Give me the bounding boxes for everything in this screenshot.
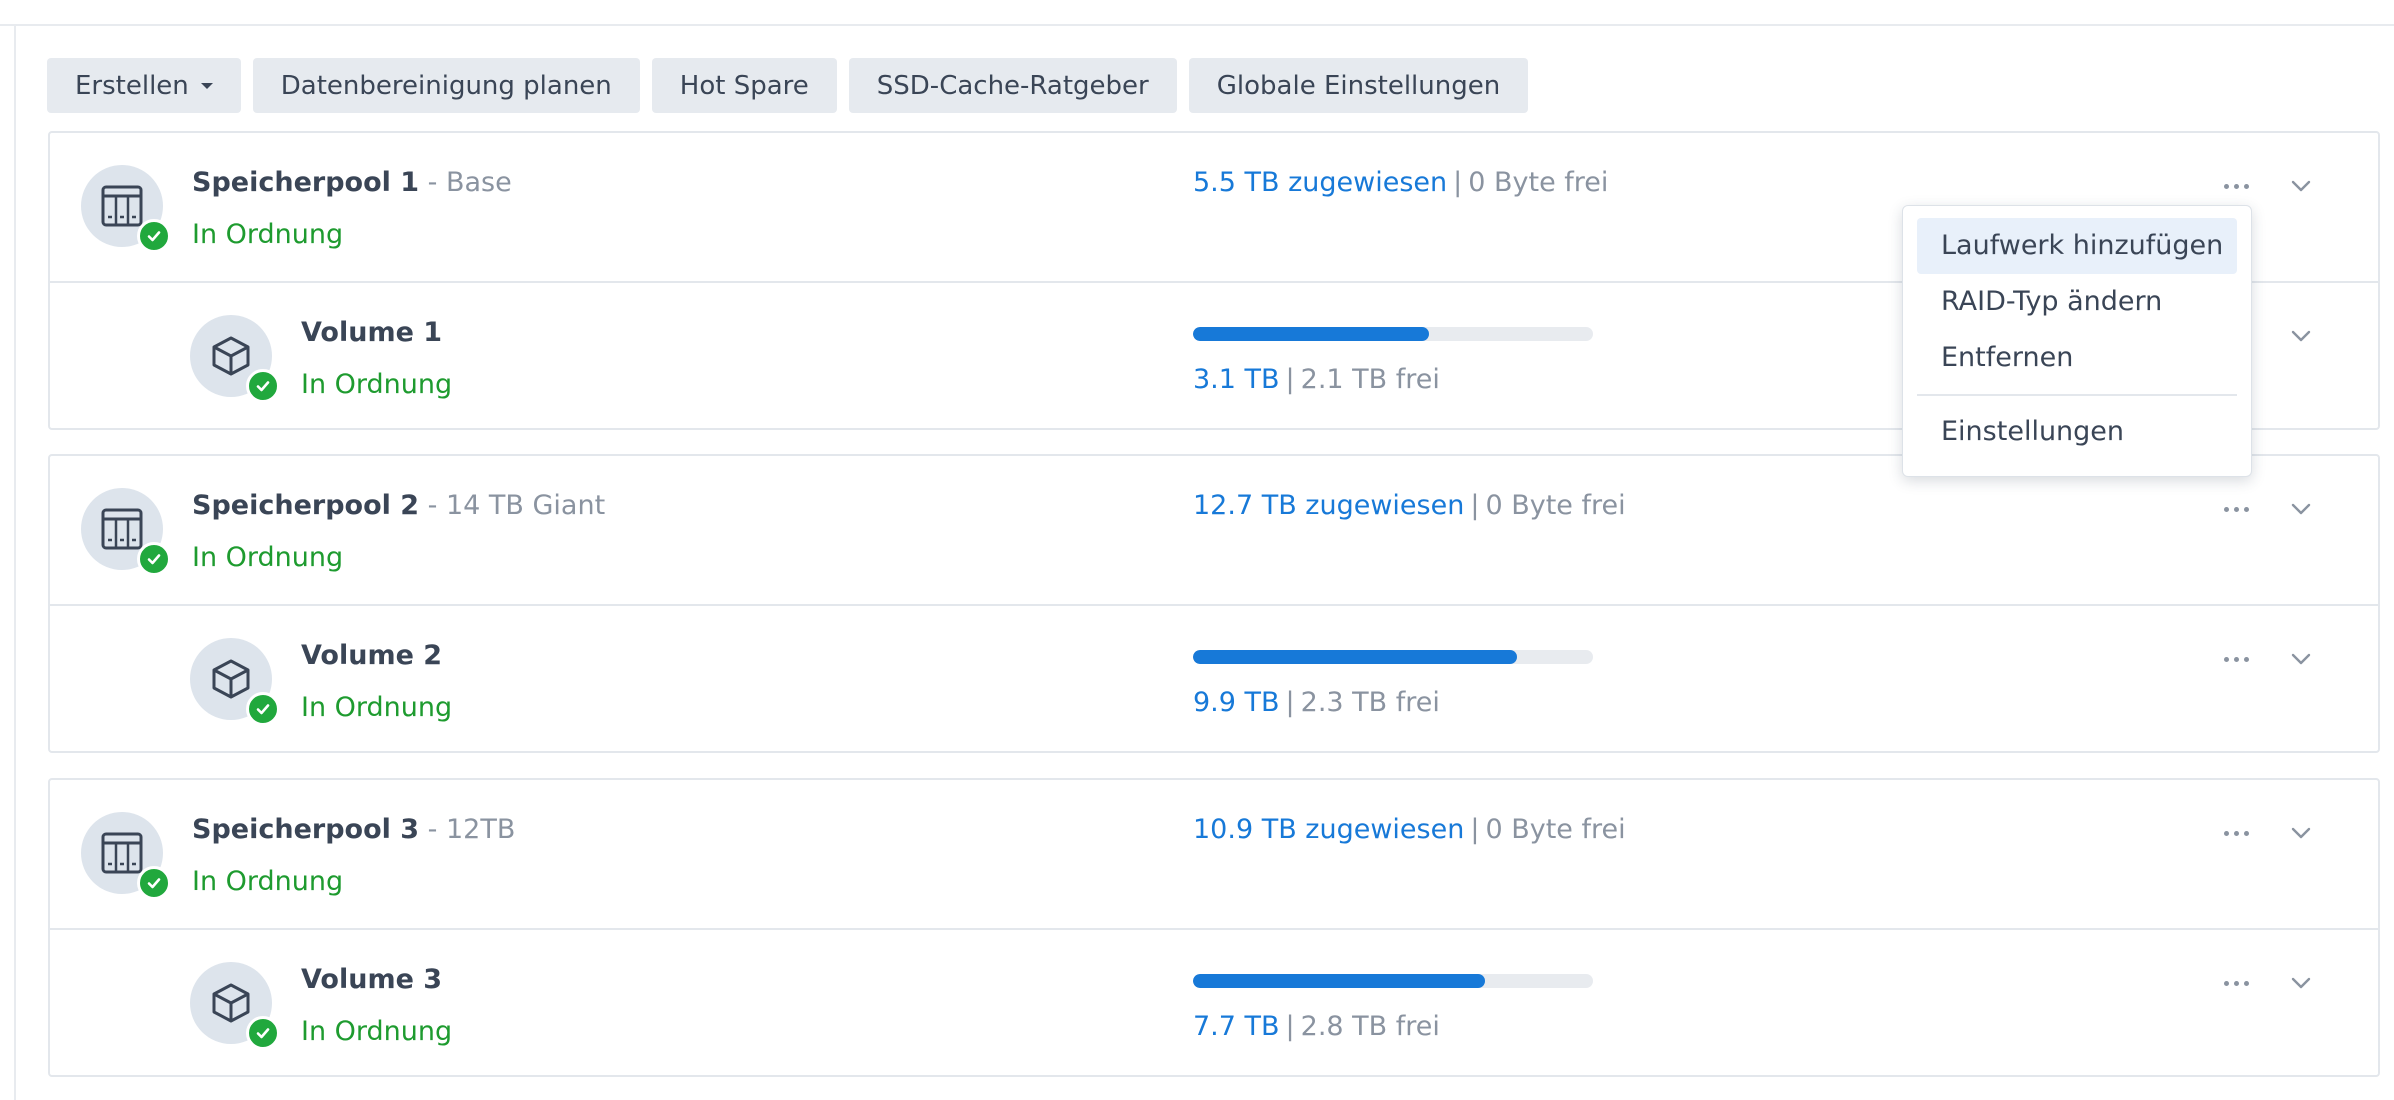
top-divider: [0, 24, 2394, 26]
menu-item-change-raid-type[interactable]: RAID-Typ ändern: [1917, 274, 2237, 330]
pool-title: Speicherpool 2 - 14 TB Giant: [192, 490, 605, 521]
volume-size: 7.7 TB | 2.8 TB frei: [1193, 1011, 1440, 1042]
check-circle-icon: [246, 1016, 280, 1050]
pool-free: 0 Byte frei: [1485, 814, 1626, 845]
more-dots-icon[interactable]: [2216, 494, 2256, 524]
check-circle-icon: [137, 219, 171, 253]
pool-free: 0 Byte frei: [1485, 490, 1626, 521]
more-dots-icon[interactable]: [2216, 171, 2256, 201]
caret-down-icon: [200, 82, 213, 89]
separator: |: [1470, 490, 1480, 521]
pool-name: Speicherpool 2: [192, 490, 420, 521]
hot-spare-button[interactable]: Hot Spare: [651, 58, 837, 113]
separator: |: [1285, 364, 1295, 395]
volume-used: 7.7 TB: [1193, 1011, 1280, 1042]
volume-cube-icon: [190, 638, 280, 726]
volume-row[interactable]: Volume 3 In Ordnung 7.7 TB | 2.8 TB frei: [50, 928, 2378, 1078]
chevron-down-icon[interactable]: [2288, 970, 2314, 996]
check-circle-icon: [246, 369, 280, 403]
separator: |: [1453, 167, 1463, 198]
left-divider: [14, 26, 16, 1100]
chevron-down-icon[interactable]: [2288, 173, 2314, 199]
volume-size: 3.1 TB | 2.1 TB frei: [1193, 364, 1440, 395]
pool-subtitle: - Base: [419, 167, 512, 198]
schedule-scrubbing-button[interactable]: Datenbereinigung planen: [252, 58, 640, 113]
pool-title: Speicherpool 3 - 12TB: [192, 814, 515, 845]
more-dots-icon[interactable]: [2216, 968, 2256, 998]
chevron-down-icon[interactable]: [2288, 646, 2314, 672]
separator: |: [1285, 687, 1295, 718]
volume-usage-fill: [1193, 650, 1517, 664]
global-settings-button[interactable]: Globale Einstellungen: [1188, 58, 1529, 113]
menu-item-add-drive[interactable]: Laufwerk hinzufügen: [1917, 218, 2237, 274]
pool-title: Speicherpool 1 - Base: [192, 167, 512, 198]
pool-subtitle: - 14 TB Giant: [419, 490, 606, 521]
ssd-cache-advisor-button[interactable]: SSD-Cache-Ratgeber: [848, 58, 1177, 113]
chevron-down-icon[interactable]: [2288, 496, 2314, 522]
volume-name: Volume 1: [301, 317, 443, 348]
storage-pool-icon: [81, 488, 171, 576]
volume-free: 2.3 TB frei: [1300, 687, 1440, 718]
volume-status: In Ordnung: [301, 369, 453, 400]
volume-row[interactable]: Volume 2 In Ordnung 9.9 TB | 2.3 TB frei: [50, 604, 2378, 754]
pool-allocation: 10.9 TB zugewiesen | 0 Byte frei: [1193, 814, 1626, 845]
volume-name: Volume 2: [301, 640, 443, 671]
volume-used: 3.1 TB: [1193, 364, 1280, 395]
toolbar: Erstellen Datenbereinigung planen Hot Sp…: [47, 58, 1529, 113]
chevron-down-icon[interactable]: [2288, 323, 2314, 349]
menu-item-remove[interactable]: Entfernen: [1917, 330, 2237, 386]
check-circle-icon: [246, 692, 280, 726]
menu-divider: [1917, 394, 2237, 396]
pool-allocation: 5.5 TB zugewiesen | 0 Byte frei: [1193, 167, 1608, 198]
volume-cube-icon: [190, 315, 280, 403]
volume-usage-bar: [1193, 327, 1593, 341]
separator: |: [1470, 814, 1480, 845]
check-circle-icon: [137, 866, 171, 900]
pool-status: In Ordnung: [192, 219, 344, 250]
chevron-down-icon[interactable]: [2288, 820, 2314, 846]
volume-cube-icon: [190, 962, 280, 1050]
volume-status: In Ordnung: [301, 692, 453, 723]
menu-item-settings[interactable]: Einstellungen: [1917, 404, 2237, 460]
volume-name: Volume 3: [301, 964, 443, 995]
pool-allocation: 12.7 TB zugewiesen | 0 Byte frei: [1193, 490, 1626, 521]
pool-allocated: 10.9 TB zugewiesen: [1193, 814, 1465, 845]
storage-pool-icon: [81, 812, 171, 900]
check-circle-icon: [137, 542, 171, 576]
pool-subtitle: - 12TB: [419, 814, 516, 845]
create-label: Erstellen: [75, 70, 189, 101]
storage-pool-card: Speicherpool 2 - 14 TB Giant In Ordnung …: [48, 454, 2380, 753]
pool-allocated: 5.5 TB zugewiesen: [1193, 167, 1448, 198]
pool-row[interactable]: Speicherpool 3 - 12TB In Ordnung 10.9 TB…: [50, 780, 2378, 928]
volume-usage-bar: [1193, 974, 1593, 988]
more-dots-icon[interactable]: [2216, 818, 2256, 848]
volume-free: 2.1 TB frei: [1300, 364, 1440, 395]
volume-usage-fill: [1193, 974, 1485, 988]
storage-pool-icon: [81, 165, 171, 253]
pool-name: Speicherpool 1: [192, 167, 420, 198]
pool-context-menu: Laufwerk hinzufügen RAID-Typ ändern Entf…: [1902, 205, 2252, 477]
volume-used: 9.9 TB: [1193, 687, 1280, 718]
pool-free: 0 Byte frei: [1468, 167, 1609, 198]
volume-size: 9.9 TB | 2.3 TB frei: [1193, 687, 1440, 718]
volume-status: In Ordnung: [301, 1016, 453, 1047]
pool-name: Speicherpool 3: [192, 814, 420, 845]
storage-pool-card: Speicherpool 3 - 12TB In Ordnung 10.9 TB…: [48, 778, 2380, 1077]
separator: |: [1285, 1011, 1295, 1042]
more-dots-icon[interactable]: [2216, 644, 2256, 674]
pool-allocated: 12.7 TB zugewiesen: [1193, 490, 1465, 521]
volume-usage-bar: [1193, 650, 1593, 664]
pool-status: In Ordnung: [192, 542, 344, 573]
volume-usage-fill: [1193, 327, 1429, 341]
volume-free: 2.8 TB frei: [1300, 1011, 1440, 1042]
create-button[interactable]: Erstellen: [47, 58, 241, 113]
pool-status: In Ordnung: [192, 866, 344, 897]
pool-row[interactable]: Speicherpool 2 - 14 TB Giant In Ordnung …: [50, 456, 2378, 604]
